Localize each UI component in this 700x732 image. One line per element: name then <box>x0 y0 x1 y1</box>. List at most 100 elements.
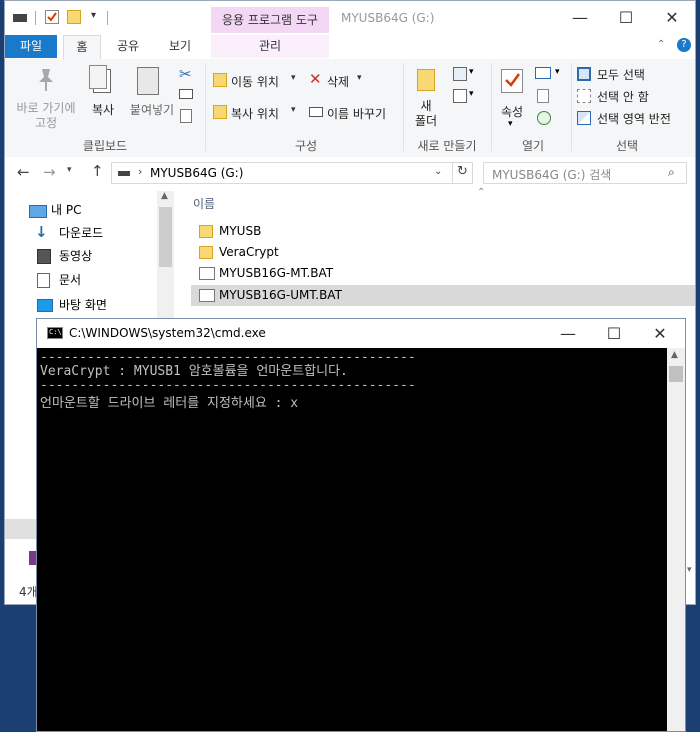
collapse-ribbon-icon[interactable]: ⌃ <box>657 39 665 50</box>
select-none-label: 선택 안 함 <box>597 90 649 104</box>
nav-item-this-pc[interactable]: 내 PC <box>51 199 81 221</box>
copy-folder-icon <box>213 105 227 119</box>
cmd-title-bar[interactable]: C:\ C:\WINDOWS\system32\cmd.exe — ☐ ✕ <box>37 319 685 348</box>
delete-label: 삭제 <box>327 75 350 89</box>
paste-shortcut-icon[interactable] <box>180 109 192 123</box>
cmd-maximize-button[interactable]: ☐ <box>591 319 637 348</box>
properties-icon <box>501 69 523 93</box>
console-scroll-up-icon[interactable]: ▲ <box>671 350 678 360</box>
copy-path-icon[interactable] <box>179 89 193 99</box>
address-bar[interactable]: › MYUSB64G (G:) ⌄ ↻ <box>111 162 473 184</box>
console-output[interactable]: ----------------------------------------… <box>37 348 667 731</box>
file-name: MYUSB16G-MT.BAT <box>219 266 334 280</box>
refresh-icon[interactable]: ↻ <box>457 164 468 179</box>
new-folder-label: 새 폴더 <box>414 99 438 128</box>
console-line: ----------------------------------------… <box>40 378 416 393</box>
tab-manage[interactable]: 관리 <box>211 35 329 58</box>
select-all-label: 모두 선택 <box>597 68 645 82</box>
downloads-icon: ↓ <box>35 223 48 241</box>
new-item-icon[interactable] <box>453 67 467 81</box>
new-folder-large-icon <box>417 69 435 91</box>
easy-access-dropdown-icon[interactable]: ▾ <box>469 89 474 99</box>
breadcrumb-path[interactable]: MYUSB64G (G:) <box>150 166 243 180</box>
nav-item-videos[interactable]: 동영상 <box>59 245 92 267</box>
search-icon[interactable]: ⌕ <box>668 165 675 180</box>
group-separator <box>491 63 492 151</box>
minimize-button[interactable]: — <box>557 1 603 35</box>
address-dropdown-icon[interactable]: ⌄ <box>434 166 442 177</box>
right-edge-scroll-icon[interactable]: ▾ <box>687 565 692 575</box>
tab-home[interactable]: 홈 <box>63 35 101 60</box>
cut-icon[interactable]: ✂ <box>179 65 192 83</box>
up-arrow-icon[interactable]: ↑ <box>91 162 104 180</box>
forward-arrow-icon[interactable]: → <box>43 163 56 181</box>
nav-item-documents[interactable]: 문서 <box>59 269 81 291</box>
file-name: MYUSB16G-UMT.BAT <box>219 288 342 302</box>
nav-scroll-thumb[interactable] <box>159 207 172 267</box>
select-none-button[interactable]: 선택 안 함 <box>575 87 685 105</box>
select-all-button[interactable]: 모두 선택 <box>575 65 685 83</box>
ribbon: 바로 가기에 고정 복사 붙여넣기 ✂ 클립보드 이동 위치 ▾ 복사 위치 ▾… <box>5 59 695 158</box>
file-row-umt-bat[interactable]: MYUSB16G-UMT.BAT <box>191 285 695 306</box>
maximize-button[interactable]: ☐ <box>603 1 649 35</box>
cmd-icon-prompt: C:\ <box>49 328 62 336</box>
status-bar: 4개 <box>5 519 39 601</box>
cmd-close-button[interactable]: ✕ <box>637 319 683 348</box>
recent-dropdown-icon[interactable]: ▾ <box>67 165 72 175</box>
help-icon[interactable]: ? <box>677 38 691 52</box>
easy-access-icon[interactable] <box>453 89 467 103</box>
qat-separator <box>107 11 108 25</box>
file-row-mt-bat[interactable]: MYUSB16G-MT.BAT <box>191 263 695 284</box>
select-all-icon <box>577 67 591 81</box>
cmd-minimize-button[interactable]: — <box>545 319 591 348</box>
copy-button[interactable]: 복사 <box>85 63 121 133</box>
file-row-veracrypt[interactable]: VeraCrypt <box>191 242 695 263</box>
move-to-dropdown-icon: ▾ <box>291 73 296 83</box>
move-to-label: 이동 위치 <box>231 75 279 89</box>
new-folder-button[interactable]: 새 폴더 <box>409 63 443 135</box>
rename-button[interactable]: 이름 바꾸기 <box>307 103 401 123</box>
drive-icon[interactable] <box>13 14 27 22</box>
edit-icon[interactable] <box>537 89 549 103</box>
open-dropdown-icon[interactable]: ▾ <box>555 67 560 77</box>
rename-icon <box>309 107 323 117</box>
paste-button[interactable]: 붙여넣기 <box>123 63 174 133</box>
file-row-myusb[interactable]: MYUSB <box>191 221 695 242</box>
delete-button[interactable]: ✕ 삭제 ▾ <box>307 70 367 91</box>
properties-check-icon[interactable] <box>45 10 59 24</box>
clipboard-group-label: 클립보드 <box>82 139 128 153</box>
select-group-label: 선택 <box>615 139 639 153</box>
invert-selection-button[interactable]: 선택 영역 반전 <box>575 109 693 127</box>
properties-dropdown-icon: ▾ <box>508 119 513 129</box>
paste-icon <box>137 67 159 95</box>
videos-icon <box>37 249 51 264</box>
close-button[interactable]: ✕ <box>649 1 695 35</box>
pin-button[interactable]: 바로 가기에 고정 <box>9 63 83 133</box>
open-icon[interactable] <box>535 67 551 79</box>
item-count: 4개 <box>19 585 38 599</box>
tab-share[interactable]: 공유 <box>105 35 151 58</box>
move-to-button[interactable]: 이동 위치 ▾ <box>211 71 301 91</box>
new-item-dropdown-icon[interactable]: ▾ <box>469 67 474 77</box>
qat-dropdown-icon[interactable]: ▾ <box>91 10 96 21</box>
history-icon[interactable] <box>537 111 551 125</box>
column-header-name[interactable]: 이름 <box>193 195 215 212</box>
tab-view[interactable]: 보기 <box>157 35 203 58</box>
folder-icon <box>199 246 213 259</box>
console-scrollbar[interactable]: ▲ <box>667 348 685 731</box>
copy-to-button[interactable]: 복사 위치 ▾ <box>211 103 301 123</box>
new-folder-icon[interactable] <box>67 10 81 24</box>
properties-button[interactable]: 속성 ▾ <box>495 63 529 135</box>
tab-file[interactable]: 파일 <box>5 35 57 58</box>
file-name: VeraCrypt <box>219 245 279 259</box>
back-arrow-icon[interactable]: ← <box>17 163 30 181</box>
nav-scroll-up-icon[interactable]: ▲ <box>161 191 168 201</box>
console-scroll-thumb[interactable] <box>669 366 683 382</box>
nav-item-downloads[interactable]: 다운로드 <box>59 222 103 244</box>
search-box[interactable]: MYUSB64G (G:) 검색 ⌕ <box>483 162 687 184</box>
copy-label: 복사 <box>91 103 115 117</box>
delete-dropdown-icon: ▾ <box>357 73 362 83</box>
nav-item-desktop[interactable]: 바탕 화면 <box>59 294 107 316</box>
qat-separator <box>35 11 36 25</box>
folder-icon <box>199 225 213 238</box>
